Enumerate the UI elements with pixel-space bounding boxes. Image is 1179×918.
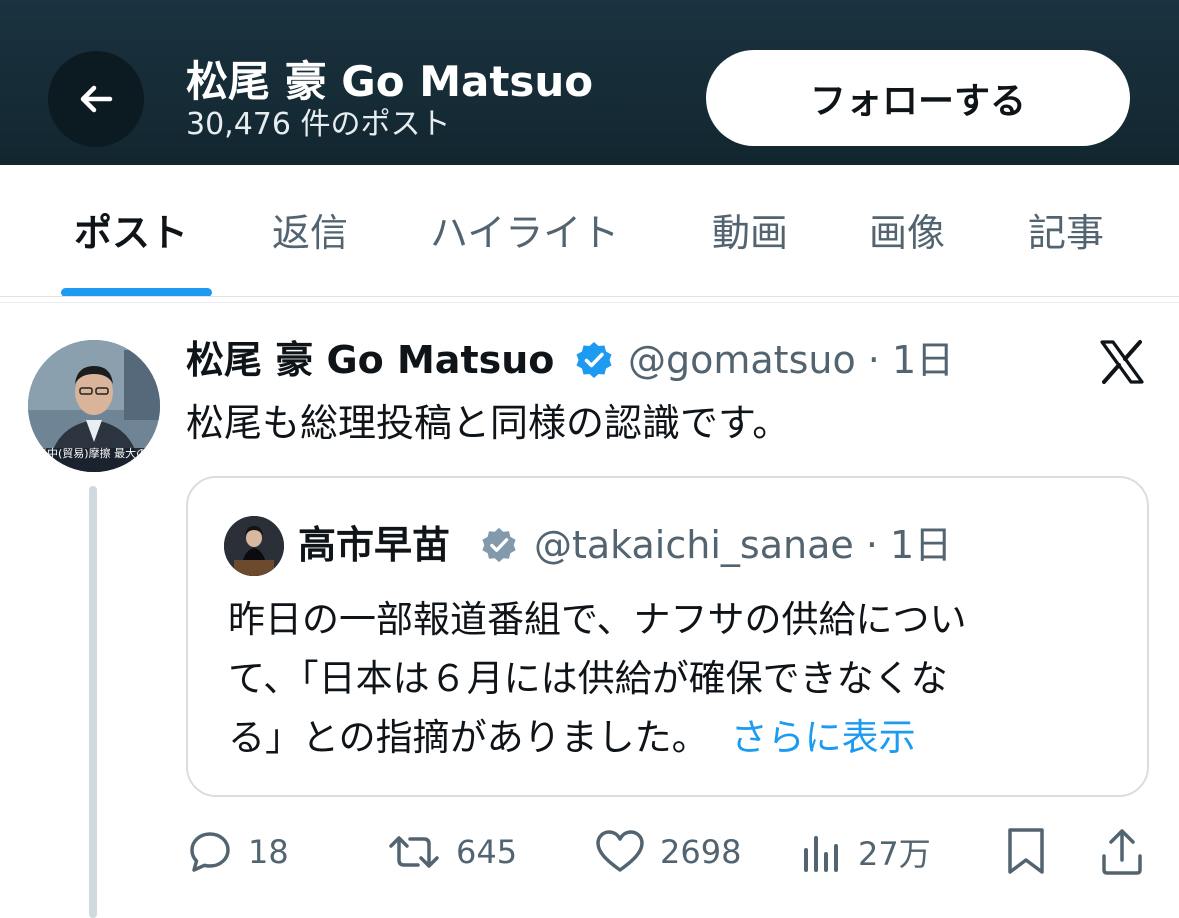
- quote-author-name: 高市早苗: [298, 523, 451, 567]
- like-button[interactable]: 2698: [594, 822, 741, 882]
- post-count: 30,476 件のポスト: [186, 107, 451, 142]
- like-icon: [596, 830, 644, 872]
- verified-badge-icon: [576, 342, 612, 378]
- share-button[interactable]: [1098, 822, 1146, 882]
- x-logo-icon[interactable]: [1096, 336, 1148, 388]
- post-text: 松尾も総理投稿と同様の認識です。: [186, 401, 791, 445]
- post-handle-time[interactable]: @gomatsuo · 1日: [628, 337, 954, 383]
- avatar[interactable]: 米中(貿易)摩擦 最大のLNG: [28, 340, 160, 472]
- quote-text: 昨日の一部報道番組で、ナフサの供給につい て、「日本は６月には供給が確保できなく…: [228, 590, 1108, 767]
- tab-videos[interactable]: 動画: [712, 210, 788, 256]
- post-actions: 18 645 2698 27万: [186, 822, 1156, 882]
- repost-icon: [389, 836, 439, 868]
- bookmark-button[interactable]: [1002, 822, 1050, 882]
- show-more-link[interactable]: さらに表示: [731, 716, 916, 759]
- views-icon: [804, 836, 838, 872]
- thread-line: [89, 486, 97, 918]
- verified-badge-icon: [482, 527, 516, 563]
- tab-highlights[interactable]: ハイライト: [430, 210, 619, 256]
- profile-header: 松尾 豪 Go Matsuo 30,476 件のポスト フォローする: [0, 0, 1179, 165]
- quote-handle-time: @takaichi_sanae · 1日: [534, 523, 953, 567]
- views-button[interactable]: 27万: [800, 822, 931, 882]
- reply-icon: [190, 832, 230, 872]
- back-arrow-icon: [80, 85, 113, 113]
- back-button[interactable]: [48, 51, 144, 147]
- quote-avatar[interactable]: [224, 516, 284, 576]
- repost-button[interactable]: 645: [386, 822, 517, 882]
- repost-count: 645: [456, 833, 518, 871]
- divider: [0, 296, 1179, 297]
- quote-avatar-photo: [224, 516, 284, 576]
- follow-button[interactable]: フォローする: [706, 50, 1130, 146]
- profile-tabs: ポスト 返信 ハイライト 動画 画像 記事: [0, 165, 1179, 300]
- bookmark-icon: [1008, 828, 1044, 874]
- post-author-name[interactable]: 松尾 豪 Go Matsuo: [186, 337, 554, 383]
- divider: [0, 302, 1179, 303]
- quote-text-line: て、「日本は６月には供給が確保できなくな: [228, 657, 948, 700]
- profile-name: 松尾 豪 Go Matsuo: [186, 57, 594, 106]
- tab-posts[interactable]: ポスト: [74, 210, 188, 256]
- tab-replies[interactable]: 返信: [272, 210, 348, 256]
- tab-images[interactable]: 画像: [869, 210, 945, 256]
- reply-count: 18: [248, 833, 289, 871]
- avatar-caption: 米中(貿易)摩擦 最大のLNG: [36, 447, 148, 472]
- quote-text-line: る」との指摘がありました。: [228, 716, 709, 759]
- tab-articles[interactable]: 記事: [1028, 210, 1104, 256]
- quoted-post[interactable]: 高市早苗 @takaichi_sanae · 1日 昨日の一部報道番組で、ナフサ…: [186, 476, 1149, 797]
- reply-button[interactable]: 18: [186, 822, 289, 882]
- share-icon: [1102, 829, 1142, 875]
- view-count: 27万: [858, 835, 931, 873]
- like-count: 2698: [660, 833, 742, 871]
- quote-text-line: 昨日の一部報道番組で、ナフサの供給につい: [228, 598, 967, 641]
